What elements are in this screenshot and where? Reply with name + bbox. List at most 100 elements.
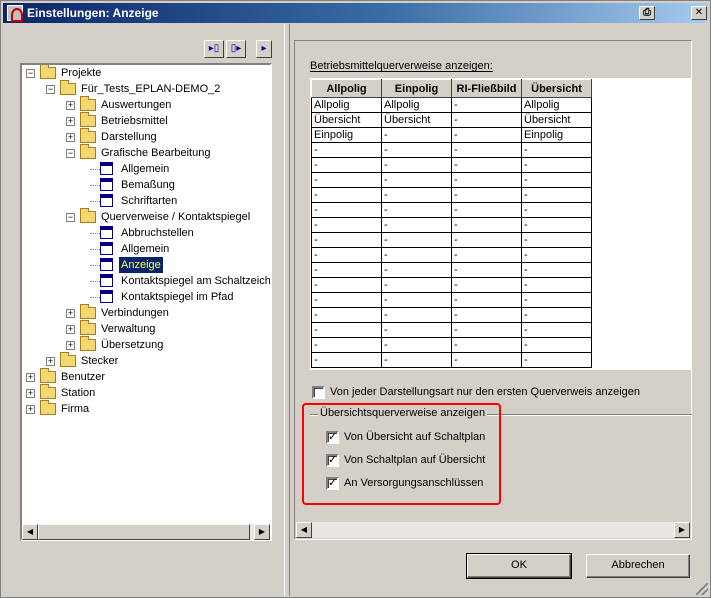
table-cell[interactable]: - [521,187,592,203]
table-cell[interactable]: - [521,217,592,233]
table-row[interactable]: ---- [311,232,592,248]
table-row[interactable]: ---- [311,247,592,263]
table-cell[interactable]: - [381,157,452,173]
table-cell[interactable]: - [521,142,592,158]
expand-icon[interactable]: + [26,389,35,398]
expand-nav-button[interactable]: ▯▸ [226,40,246,58]
first-xref-checkbox[interactable] [312,386,325,399]
table-cell[interactable]: - [451,307,522,323]
table-cell[interactable]: - [521,202,592,218]
tree-item[interactable]: + Übersetzung [22,336,270,353]
tree-item[interactable]: Abbruchstellen [22,225,270,241]
table-row[interactable]: ---- [311,277,592,293]
expand-icon[interactable]: + [66,117,75,126]
table-cell[interactable]: - [521,247,592,263]
table-cell[interactable]: - [311,322,382,338]
tree-item[interactable]: − Grafische Bearbeitung [22,144,270,161]
table-cell[interactable]: - [381,142,452,158]
table-cell[interactable]: - [521,232,592,248]
table-cell[interactable]: Allpolig [311,97,382,113]
scroll-right-arrow-icon[interactable]: ▶ [254,524,270,540]
expand-icon[interactable]: + [66,325,75,334]
table-cell[interactable]: Einpolig [311,127,382,143]
tree-hscrollbar[interactable]: ◀ ▶ [22,524,270,540]
table-cell[interactable]: - [311,157,382,173]
table-row[interactable]: ---- [311,322,592,338]
table-cell[interactable]: - [521,172,592,188]
tree-scroll-thumb[interactable] [38,524,250,540]
table-cell[interactable]: - [451,157,522,173]
collapse-icon[interactable]: − [66,213,75,222]
table-row[interactable]: ---- [311,187,592,203]
expand-icon[interactable]: + [66,133,75,142]
expand-icon[interactable]: + [46,357,55,366]
expand-icon[interactable]: + [26,373,35,382]
tree-item[interactable]: + Stecker [22,352,270,369]
page-scroll-right-arrow-icon[interactable]: ▶ [674,522,690,538]
tree-item[interactable]: − Querverweise / Kontaktspiegel [22,208,270,225]
table-cell[interactable]: - [311,262,382,278]
table-row[interactable]: ---- [311,172,592,188]
tree-item[interactable]: + Verwaltung [22,320,270,337]
collapse-icon[interactable]: − [46,85,55,94]
ok-button[interactable]: OK [466,553,572,579]
table-cell[interactable]: - [451,337,522,353]
xref-grid[interactable]: Allpolig Einpolig RI-Fließbild Übersicht Al… [310,78,691,370]
table-row[interactable]: Einpolig - - Einpolig [311,127,592,143]
tree-item[interactable]: Allgemein [22,241,270,257]
table-cell[interactable]: - [311,202,382,218]
table-cell[interactable]: - [311,277,382,293]
expand-icon[interactable]: + [66,101,75,110]
table-cell[interactable]: - [381,172,452,188]
table-cell[interactable]: - [451,202,522,218]
resize-grip-icon[interactable] [696,583,708,595]
table-cell[interactable]: - [311,337,382,353]
scroll-left-arrow-icon[interactable]: ◀ [22,524,38,540]
table-cell[interactable]: - [521,292,592,308]
table-cell[interactable]: - [381,217,452,233]
table-cell[interactable]: - [521,277,592,293]
table-cell[interactable]: - [451,352,522,368]
table-cell[interactable]: - [451,292,522,308]
table-cell[interactable]: - [311,172,382,188]
page-hscrollbar[interactable]: ◀ ▶ [296,522,690,538]
table-cell[interactable]: Übersicht [311,112,382,128]
table-row[interactable]: ---- [311,217,592,233]
print-icon[interactable]: ⎙ [639,6,655,20]
close-button[interactable]: ✕ [691,6,707,20]
tree-item[interactable]: Anzeige [22,257,270,273]
table-cell[interactable]: - [451,322,522,338]
table-row[interactable]: ---- [311,292,592,308]
tree-item[interactable]: + Auswertungen [22,96,270,113]
table-cell[interactable]: - [451,172,522,188]
table-cell[interactable]: - [381,337,452,353]
table-row[interactable]: ---- [311,352,592,368]
table-cell[interactable]: - [381,277,452,293]
table-cell[interactable]: - [451,247,522,263]
table-cell[interactable]: - [451,277,522,293]
table-cell[interactable]: - [451,217,522,233]
table-cell[interactable]: - [311,187,382,203]
tree-item[interactable]: + Betriebsmittel [22,112,270,129]
table-cell[interactable]: Übersicht [381,112,452,128]
expand-icon[interactable]: + [26,405,35,414]
tree-item[interactable]: + Darstellung [22,128,270,145]
column-header[interactable]: Einpolig [381,79,452,98]
table-cell[interactable]: - [451,232,522,248]
table-cell[interactable]: Einpolig [521,127,592,143]
table-cell[interactable]: - [311,247,382,263]
tree-item[interactable]: Bemaßung [22,177,270,193]
page-scroll-left-arrow-icon[interactable]: ◀ [296,522,312,538]
collapse-icon[interactable]: − [66,149,75,158]
tree-item[interactable]: + Verbindungen [22,304,270,321]
table-cell[interactable]: - [451,97,522,113]
table-cell[interactable]: - [311,307,382,323]
title-bar[interactable]: Einstellungen: Anzeige ⎙ ✕ [3,3,708,23]
table-cell[interactable]: - [381,187,452,203]
collapse-nav-button[interactable]: ▸▯ [204,40,224,58]
table-cell[interactable]: - [381,262,452,278]
tree-item[interactable]: Kontaktspiegel am Schaltzeiche [22,273,270,289]
table-cell[interactable]: Allpolig [521,97,592,113]
expand-icon[interactable]: + [66,341,75,350]
table-cell[interactable]: - [521,307,592,323]
